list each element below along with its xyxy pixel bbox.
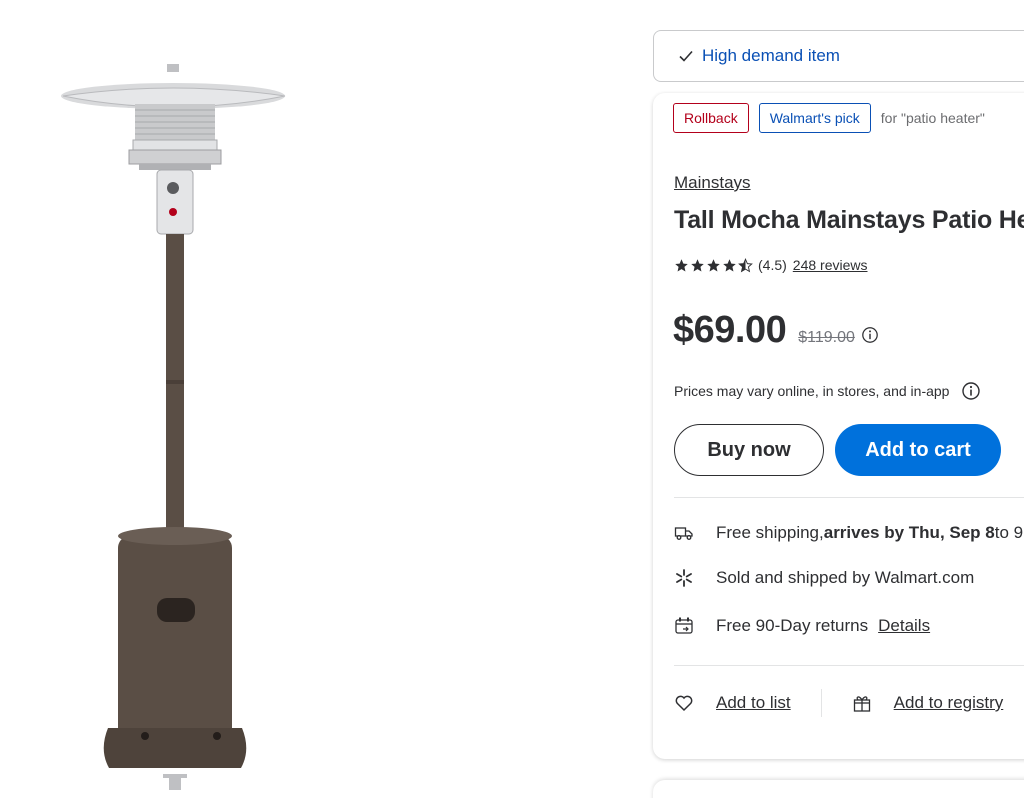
price-disclaimer: Prices may vary online, in stores, and i… [674, 381, 981, 401]
price-row: $69.00 $119.00 [673, 309, 879, 352]
sold-by-row: Sold and shipped by Walmart.com [674, 568, 974, 588]
divider [820, 689, 822, 717]
star-icon [723, 258, 736, 271]
rollback-badge: Rollback [673, 103, 749, 133]
badge-row: Rollback Walmart's pick for "patio heate… [673, 103, 985, 133]
rating-row: (4.5) 248 reviews [674, 257, 868, 273]
spark-icon [676, 569, 692, 587]
star-rating [674, 257, 753, 273]
returns-details-link[interactable]: Details [878, 616, 930, 636]
next-card [653, 780, 1024, 798]
product-title: Tall Mocha Mainstays Patio Heater [674, 206, 1024, 234]
truck-icon [674, 527, 693, 540]
high-demand-text: High demand item [702, 46, 840, 65]
high-demand-banner: High demand item [653, 30, 1024, 82]
price-disclaimer-text: Prices may vary online, in stores, and i… [674, 383, 950, 399]
info-icon[interactable] [861, 326, 879, 344]
badge-context-text: for "patio heater" [880, 110, 985, 126]
heart-icon[interactable] [674, 693, 694, 713]
star-icon [707, 258, 720, 271]
shipping-row: Free shipping, arrives by Thu, Sep 8 to … [674, 523, 1023, 543]
returns-text: Free 90-Day returns [716, 616, 869, 635]
reviews-link[interactable]: 248 reviews [793, 257, 868, 273]
half-star-icon [738, 257, 753, 272]
current-price: $69.00 [673, 309, 787, 351]
shipping-arrival: arrives by Thu, Sep 8 [823, 523, 995, 542]
divider [674, 497, 1024, 498]
star-icon [691, 258, 704, 271]
rating-value: (4.5) [758, 257, 787, 273]
add-to-registry-link[interactable]: Add to registry [894, 693, 1004, 713]
add-to-cart-button[interactable]: Add to cart [835, 424, 1001, 476]
was-price: $119.00 [798, 329, 855, 346]
product-image[interactable] [55, 60, 305, 798]
returns-icon [675, 617, 693, 634]
add-to-list-link[interactable]: Add to list [716, 693, 791, 713]
info-icon[interactable] [961, 381, 981, 401]
star-icon [675, 258, 688, 271]
list-actions-row: Add to list Add to registry [674, 689, 1003, 717]
shipping-prefix: Free shipping, [716, 523, 824, 542]
brand-link[interactable]: Mainstays [674, 173, 751, 193]
sold-by-text: Sold and shipped by Walmart.com [716, 568, 975, 587]
buy-now-button[interactable]: Buy now [674, 424, 824, 476]
returns-row: Free 90-Day returns Details [674, 616, 930, 636]
gift-icon[interactable] [852, 693, 872, 713]
checkmark-icon [679, 50, 693, 62]
walmarts-pick-badge[interactable]: Walmart's pick [758, 103, 871, 133]
shipping-suffix: to 9 [994, 523, 1024, 542]
product-info-card: Rollback Walmart's pick for "patio heate… [653, 93, 1024, 759]
divider [674, 665, 1024, 666]
